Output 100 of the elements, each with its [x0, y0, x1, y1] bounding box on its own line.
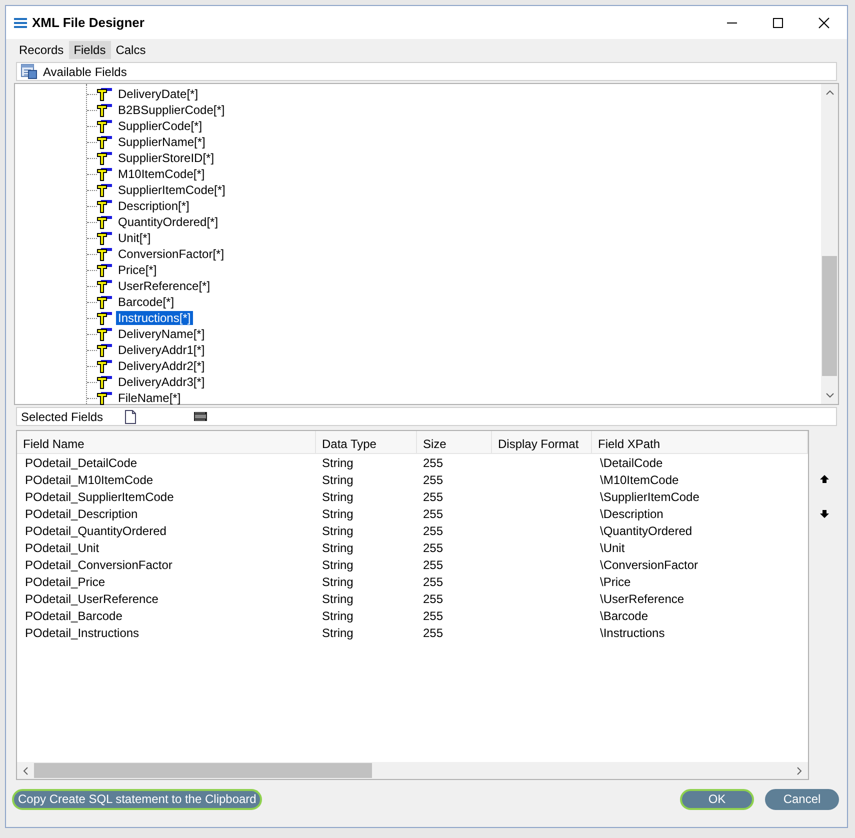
- field-icon: [97, 280, 112, 292]
- table-cell-text: 255: [422, 540, 444, 554]
- tree-item[interactable]: FileName[*]: [116, 391, 183, 405]
- tree-item[interactable]: M10ItemCode[*]: [116, 167, 207, 181]
- tree-item[interactable]: DeliveryAddr1[*]: [116, 343, 207, 357]
- section-title: Selected Fields: [21, 410, 104, 424]
- table-cell-text: POdetail_SupplierItemCode: [24, 490, 175, 504]
- tree-item[interactable]: DeliveryAddr2[*]: [116, 359, 207, 373]
- scrollbar-thumb[interactable]: [822, 256, 837, 376]
- field-icon: [97, 120, 112, 132]
- table-cell-text: \Description: [599, 506, 664, 520]
- table-cell-text: POdetail_Unit: [24, 540, 100, 554]
- table-cell-text: \UserReference: [599, 592, 686, 606]
- dialog-button[interactable]: Copy Create SQL statement to the Clipboard: [12, 788, 262, 810]
- table-cell-text: String: [321, 592, 354, 606]
- table-cell-text: POdetail_ConversionFactor: [24, 558, 174, 572]
- table-cell-text: String: [321, 472, 354, 486]
- close-icon[interactable]: [818, 16, 830, 28]
- table-cell-text: POdetail_M10ItemCode: [24, 472, 154, 486]
- table-cell-text: \Barcode: [599, 608, 650, 622]
- field-icon: [97, 312, 112, 324]
- field-icon: [97, 168, 112, 180]
- field-icon: [97, 264, 112, 276]
- table-cell-text: POdetail_Description: [24, 506, 139, 520]
- table-cell-text: String: [321, 490, 354, 504]
- column-header[interactable]: Data Type: [316, 431, 417, 453]
- dialog-button[interactable]: Cancel: [765, 788, 839, 810]
- dialog-button[interactable]: OK: [680, 788, 754, 810]
- scroll-down-icon[interactable]: [826, 393, 834, 398]
- scroll-left-icon[interactable]: [23, 766, 28, 774]
- table-cell-text: String: [321, 558, 354, 572]
- tree-item[interactable]: SupplierCode[*]: [116, 119, 204, 133]
- field-icon: [97, 184, 112, 196]
- table-cell-text: String: [321, 540, 354, 554]
- field-icon: [97, 136, 112, 148]
- move-down-icon[interactable]: [820, 510, 829, 518]
- tree-item[interactable]: DeliveryDate[*]: [116, 87, 200, 101]
- table-cell-text: POdetail_Price: [24, 574, 106, 588]
- scroll-up-icon[interactable]: [826, 90, 834, 95]
- tree-item[interactable]: SupplierItemCode[*]: [116, 183, 228, 197]
- table-cell-text: \SupplierItemCode: [599, 490, 700, 504]
- scrollbar-thumb[interactable]: [34, 763, 372, 778]
- table-cell-text: 255: [422, 456, 444, 470]
- field-icon: [97, 248, 112, 260]
- table-cell-text: \ConversionFactor: [599, 558, 700, 572]
- column-header[interactable]: Field XPath: [592, 431, 808, 453]
- table-cell-text: String: [321, 626, 354, 640]
- table-cell-text: String: [321, 574, 354, 588]
- field-icon: [97, 328, 112, 340]
- table-cell-text: 255: [422, 506, 444, 520]
- tree-item[interactable]: SupplierStoreID[*]: [116, 151, 216, 165]
- table-cell-text: \DetailCode: [599, 456, 664, 470]
- tree-item[interactable]: UserReference[*]: [116, 279, 212, 293]
- table-cell-text: \Price: [599, 574, 632, 588]
- move-up-icon[interactable]: [820, 475, 829, 483]
- field-icon: [97, 232, 112, 244]
- tree-item[interactable]: ConversionFactor[*]: [116, 247, 226, 261]
- table-cell-text: 255: [422, 524, 444, 538]
- field-icon: [97, 104, 112, 116]
- scroll-right-icon[interactable]: [797, 766, 802, 774]
- table-cell-text: 255: [422, 608, 444, 622]
- maximize-icon[interactable]: [772, 16, 784, 28]
- field-icon: [97, 376, 112, 388]
- table-cell-text: String: [321, 506, 354, 520]
- field-icon: [97, 392, 112, 404]
- table-cell-text: POdetail_Barcode: [24, 608, 124, 622]
- table-cell-text: String: [321, 524, 354, 538]
- field-icon: [97, 200, 112, 212]
- section-title: Available Fields: [43, 64, 127, 78]
- tab[interactable]: Fields: [68, 41, 111, 59]
- table-cell-text: POdetail_UserReference: [24, 592, 160, 606]
- tree-item[interactable]: Barcode[*]: [116, 295, 176, 309]
- tree-item[interactable]: DeliveryAddr3[*]: [116, 375, 207, 389]
- tree-item[interactable]: QuantityOrdered[*]: [116, 215, 220, 229]
- tree-item[interactable]: SupplierName[*]: [116, 135, 208, 149]
- tree-item[interactable]: DeliveryName[*]: [116, 327, 207, 341]
- table-cell-text: 255: [422, 574, 444, 588]
- table-cell-text: String: [321, 456, 354, 470]
- field-icon: [97, 216, 112, 228]
- menu-icon: [14, 18, 27, 28]
- table-cell-text: 255: [422, 626, 444, 640]
- field-icon: [97, 296, 112, 308]
- tree-item[interactable]: B2BSupplierCode[*]: [116, 103, 227, 117]
- column-header[interactable]: Field Name: [17, 431, 316, 453]
- tree-item[interactable]: Instructions[*]: [116, 311, 193, 325]
- table-cell-text: \QuantityOrdered: [599, 524, 694, 538]
- field-icon: [97, 152, 112, 164]
- window-title: XML File Designer: [32, 15, 146, 30]
- table-cell-text: 255: [422, 558, 444, 572]
- film-strip-icon[interactable]: [194, 412, 207, 421]
- field-icon: [97, 360, 112, 372]
- tree-item[interactable]: Unit[*]: [116, 231, 153, 245]
- tree-item[interactable]: Description[*]: [116, 199, 192, 213]
- table-cell-text: 255: [422, 490, 444, 504]
- table-cell-text: POdetail_Instructions: [24, 626, 140, 640]
- tree-item[interactable]: Price[*]: [116, 263, 159, 277]
- field-icon: [97, 344, 112, 356]
- document-icon[interactable]: [125, 410, 136, 424]
- column-header[interactable]: Size: [417, 431, 492, 453]
- column-header[interactable]: Display Format: [492, 431, 592, 453]
